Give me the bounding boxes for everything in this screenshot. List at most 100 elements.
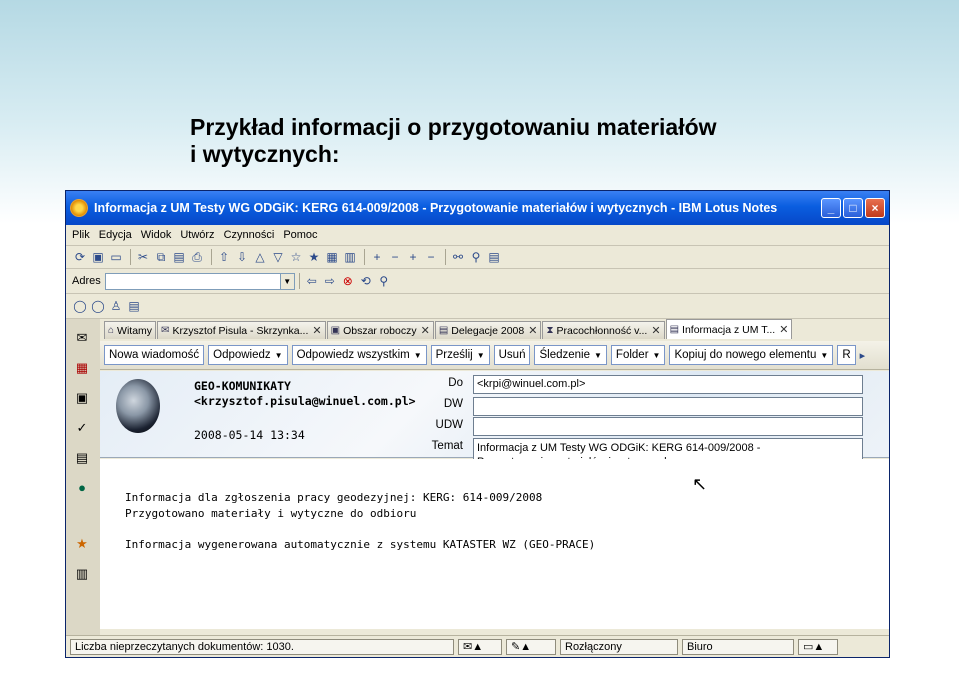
main-area: ✉ ▦ ▣ ✓ ▤ ● ★ ▥ ⌂ Witamy ✉ Krzysztof Pis… (66, 319, 889, 635)
mail-bookmark-icon[interactable]: ✉ (71, 327, 93, 349)
tab-delegacje[interactable]: ▤ Delegacje 2008 ✕ (434, 321, 542, 339)
navigator-icon[interactable]: ▦ (324, 249, 340, 265)
chat-icon[interactable]: ◯ (72, 298, 88, 314)
collapse-section-icon[interactable]: − (423, 249, 439, 265)
message-body[interactable]: Informacja dla zgłoszenia pracy geodezyj… (100, 459, 889, 629)
sender-email: <krzysztof.pisula@winuel.com.pl> (194, 394, 416, 408)
tab-close-icon[interactable]: ✕ (651, 324, 660, 337)
toolbar-divider (364, 249, 365, 265)
tab-informacja[interactable]: ▤ Informacja z UM T... ✕ (665, 319, 793, 339)
menu-item-edycja[interactable]: Edycja (99, 229, 132, 241)
tab-strip: ⌂ Witamy ✉ Krzysztof Pisula - Skrzynka..… (104, 319, 889, 339)
signature-status-icon[interactable]: ✎▲ (506, 638, 556, 655)
next-unread-icon[interactable]: ☆ (288, 249, 304, 265)
button-label: Usuń (498, 349, 526, 361)
expand-icon[interactable]: ▥ (342, 249, 358, 265)
follow-up-button[interactable]: Śledzenie ▼ (534, 345, 607, 365)
reply-all-button[interactable]: Odpowiedz wszystkim ▼ (291, 345, 427, 365)
tab-close-icon[interactable]: ✕ (312, 324, 321, 337)
cc-label: DW (443, 398, 463, 410)
prev-unread-icon[interactable]: ★ (306, 249, 322, 265)
window-title: Informacja z UM Testy WG ODGiK: KERG 614… (94, 201, 778, 215)
refresh-icon[interactable]: ⟳ (72, 249, 88, 265)
save-icon[interactable]: ▣ (90, 249, 106, 265)
close-button[interactable]: × (865, 198, 885, 218)
forward-icon[interactable]: ⇨ (322, 273, 338, 289)
tab-label: Delegacje 2008 (451, 324, 525, 337)
binoculars-icon[interactable]: ⚯ (450, 249, 466, 265)
replicator-bookmark-icon[interactable]: ▤ (71, 447, 93, 469)
new-message-button[interactable]: Nowa wiadomość (104, 345, 205, 365)
reload-icon[interactable]: ⟲ (358, 273, 374, 289)
search-web-icon[interactable]: ⚲ (376, 273, 392, 289)
to-field[interactable]: <krpi@winuel.com.pl> (473, 375, 863, 394)
tab-close-icon[interactable]: ✕ (421, 324, 430, 337)
minimize-button[interactable]: _ (821, 198, 841, 218)
next-document-icon[interactable]: ⇩ (234, 249, 250, 265)
menu-bar: Plik Edycja Widok Utwórz Czynności Pomoc (66, 225, 889, 246)
message-date: 2008-05-14 13:34 (194, 428, 305, 442)
expand-section-icon[interactable]: + (405, 249, 421, 265)
copy-icon[interactable]: ⧉ (153, 249, 169, 265)
stop-icon[interactable]: ⊗ (340, 273, 356, 289)
chevron-down-icon: ▼ (274, 350, 283, 360)
overflow-arrow-icon[interactable]: ▸ (860, 349, 866, 362)
reply-button[interactable]: Odpowiedz ▼ (208, 345, 288, 365)
address-dropdown-icon[interactable]: ▼ (280, 272, 295, 290)
menu-item-plik[interactable]: Plik (72, 229, 90, 241)
tab-close-icon[interactable]: ✕ (779, 323, 788, 336)
cc-field[interactable] (473, 397, 863, 416)
tab-label: Informacja z UM T... (682, 323, 776, 336)
tab-close-icon[interactable]: ✕ (528, 324, 537, 337)
sametime-bookmark-icon[interactable]: ● (71, 477, 93, 499)
up-icon[interactable]: △ (252, 249, 268, 265)
databases-bookmark-icon[interactable]: ▥ (71, 563, 93, 585)
properties-icon[interactable]: ▤ (486, 249, 502, 265)
back-icon[interactable]: ⇦ (304, 273, 320, 289)
location-status[interactable]: Biuro (682, 638, 794, 655)
menu-item-utworz[interactable]: Utwórz (180, 229, 214, 241)
copy-to-new-button[interactable]: Kopiuj do nowego elementu ▼ (669, 345, 834, 365)
favorites-bookmark-icon[interactable]: ★ (71, 533, 93, 555)
tab-witamy[interactable]: ⌂ Witamy (104, 321, 157, 339)
maximize-button[interactable]: □ (843, 198, 863, 218)
print-icon[interactable]: ⎙ (189, 249, 205, 265)
connection-status[interactable]: Rozłączony (560, 638, 678, 655)
folder-button[interactable]: Folder ▼ (610, 345, 666, 365)
paste-icon[interactable]: ▤ (171, 249, 187, 265)
tab-workspace[interactable]: ▣ Obszar roboczy ✕ (326, 321, 434, 339)
menu-item-widok[interactable]: Widok (141, 229, 172, 241)
expand-all-icon[interactable]: + (369, 249, 385, 265)
inbox-status-icon[interactable]: ▭▲ (798, 638, 838, 655)
calendar-bookmark-icon[interactable]: ▦ (71, 357, 93, 379)
group-chat-icon[interactable]: ◯ (90, 298, 106, 314)
collapse-all-icon[interactable]: − (387, 249, 403, 265)
delete-button[interactable]: Usuń (493, 345, 531, 365)
person-icon[interactable]: ♙ (108, 298, 124, 314)
mail-status-icon[interactable]: ✉▲ (458, 638, 502, 655)
first-document-icon[interactable]: ⇧ (216, 249, 232, 265)
toolbar-divider (445, 249, 446, 265)
menu-item-pomoc[interactable]: Pomoc (283, 229, 317, 241)
todo-bookmark-icon[interactable]: ✓ (71, 417, 93, 439)
bcc-field[interactable] (473, 417, 863, 436)
truncated-action-button[interactable]: R (837, 345, 856, 365)
button-label: R (842, 349, 851, 361)
contacts-bookmark-icon[interactable]: ▣ (71, 387, 93, 409)
lotus-notes-window: Informacja z UM Testy WG ODGiK: KERG 614… (65, 190, 890, 658)
address-input[interactable] (104, 272, 281, 290)
contacts-icon[interactable]: ▤ (126, 298, 142, 314)
tab-label: Witamy (117, 324, 153, 337)
tab-pracochlonnosc[interactable]: ⧗ Pracochłonność v... ✕ (542, 321, 665, 339)
forward-button[interactable]: Prześlij ▼ (430, 345, 490, 365)
slide-title-line2: i wytycznych: (190, 141, 340, 167)
open-folder-icon[interactable]: ▭ (108, 249, 124, 265)
cut-icon[interactable]: ✂ (135, 249, 151, 265)
button-label: Kopiuj do nowego elementu (674, 349, 817, 361)
bookmark-bar: ✉ ▦ ▣ ✓ ▤ ● ★ ▥ (66, 319, 100, 635)
down-icon[interactable]: ▽ (270, 249, 286, 265)
tab-mailbox[interactable]: ✉ Krzysztof Pisula - Skrzynka... ✕ (157, 321, 326, 339)
menu-item-czynnosci[interactable]: Czynności (224, 229, 275, 241)
button-label: Nowa wiadomość (109, 349, 200, 361)
search-icon[interactable]: ⚲ (468, 249, 484, 265)
